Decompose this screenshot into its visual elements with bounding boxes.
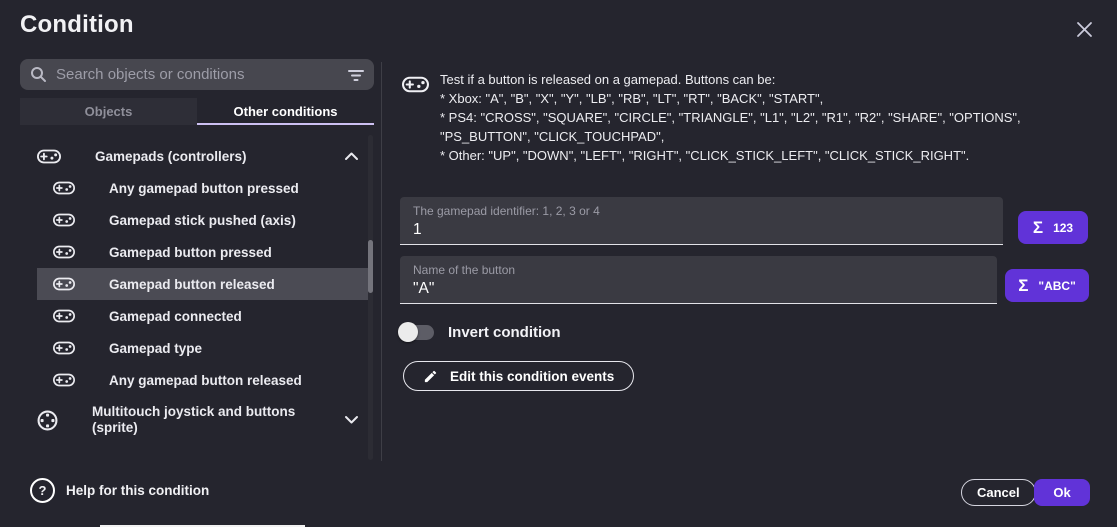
group-gamepads[interactable]: Gamepads (controllers) xyxy=(37,140,368,172)
field-label: Name of the button xyxy=(413,263,984,277)
expression-builder-number-button[interactable]: Σ 123 xyxy=(1018,211,1088,244)
conditions-list: Gamepads (controllers) Any gamepad butto… xyxy=(20,132,369,460)
panel-divider xyxy=(381,62,382,461)
list-item[interactable]: Gamepad button pressed xyxy=(37,236,368,268)
list-item[interactable]: Gamepad stick pushed (axis) xyxy=(37,204,368,236)
scrollbar-track xyxy=(368,135,373,460)
gamepad-icon xyxy=(53,309,75,323)
gamepad-icon xyxy=(53,245,75,259)
tab-objects[interactable]: Objects xyxy=(20,98,197,125)
condition-dialog: Condition Objects Other conditions xyxy=(0,0,1117,527)
pencil-icon xyxy=(423,369,438,384)
list-item[interactable]: Gamepad connected xyxy=(37,300,368,332)
cancel-button[interactable]: Cancel xyxy=(961,479,1036,506)
scrollbar-thumb[interactable] xyxy=(368,240,373,293)
tab-bar: Objects Other conditions xyxy=(20,98,374,125)
gamepad-icon xyxy=(53,277,75,291)
sigma-icon: Σ xyxy=(1033,218,1043,238)
button-name-input[interactable] xyxy=(413,280,984,298)
list-item-selected[interactable]: Gamepad button released xyxy=(37,268,368,300)
gamepad-icon xyxy=(53,373,75,387)
close-icon[interactable] xyxy=(1073,18,1095,40)
condition-description: Test if a button is released on a gamepa… xyxy=(440,70,1108,165)
chevron-down-icon[interactable] xyxy=(344,416,359,425)
search-icon xyxy=(30,66,47,83)
filter-icon[interactable] xyxy=(348,68,364,82)
gamepad-icon xyxy=(53,341,75,355)
page-title: Condition xyxy=(20,11,134,39)
list-item[interactable]: Any gamepad button pressed xyxy=(37,172,368,204)
group-multitouch[interactable]: Multitouch joystick and buttons (sprite) xyxy=(37,396,368,444)
toggle-switch[interactable] xyxy=(398,320,436,344)
group-label: Multitouch joystick and buttons (sprite) xyxy=(92,404,304,436)
tab-other-conditions[interactable]: Other conditions xyxy=(197,98,374,125)
ok-button[interactable]: Ok xyxy=(1034,479,1090,506)
list-item[interactable]: Any gamepad button released xyxy=(37,364,368,396)
group-label: Gamepads (controllers) xyxy=(95,149,247,164)
invert-condition-toggle[interactable]: Invert condition xyxy=(398,320,561,344)
gamepad-icon xyxy=(37,149,61,164)
search-input[interactable] xyxy=(56,66,348,83)
chevron-up-icon[interactable] xyxy=(344,152,359,161)
button-name-field: Name of the button xyxy=(400,256,997,304)
gamepad-icon xyxy=(53,181,75,195)
expression-builder-string-button[interactable]: Σ "ABC" xyxy=(1005,269,1089,302)
gamepad-identifier-field: The gamepad identifier: 1, 2, 3 or 4 xyxy=(400,197,1003,245)
search-bar xyxy=(20,59,374,90)
gamepad-icon xyxy=(402,76,429,93)
help-icon: ? xyxy=(30,478,55,503)
list-item[interactable]: Gamepad type xyxy=(37,332,368,364)
help-link[interactable]: ? Help for this condition xyxy=(30,478,209,503)
joystick-icon xyxy=(37,410,58,431)
toggle-label: Invert condition xyxy=(448,324,561,341)
sigma-icon: Σ xyxy=(1018,276,1028,296)
field-label: The gamepad identifier: 1, 2, 3 or 4 xyxy=(413,204,990,218)
gamepad-identifier-input[interactable] xyxy=(413,221,990,239)
edit-condition-events-button[interactable]: Edit this condition events xyxy=(403,361,634,391)
gamepad-icon xyxy=(53,213,75,227)
